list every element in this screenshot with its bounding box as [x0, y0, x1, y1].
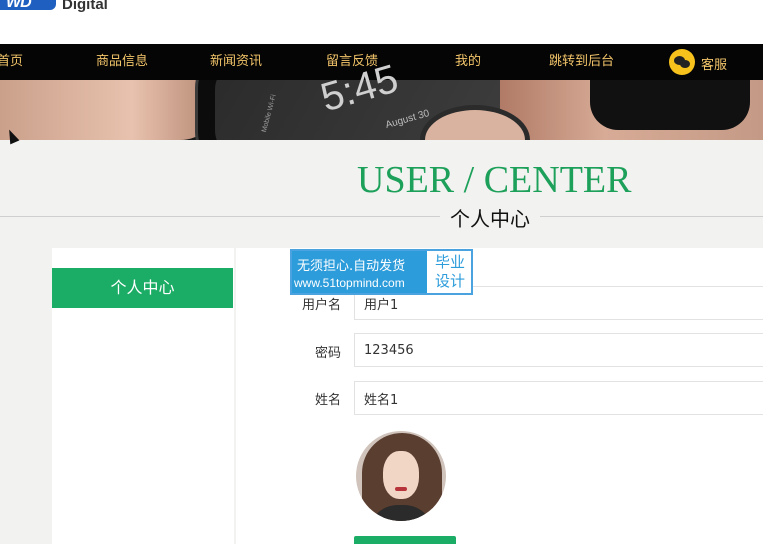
page-title-cn: 个人中心 — [440, 203, 540, 232]
avatar-lips — [395, 487, 407, 491]
watermark-tag-line2: 设计 — [434, 272, 465, 290]
avatar[interactable] — [356, 431, 446, 521]
brand-logo-mark[interactable]: WD — [0, 0, 56, 11]
watermark-badge: 无须担心.自动发货 www.51topmind.com 毕业 设计 — [290, 249, 473, 295]
nav-item-service[interactable]: 客服 — [701, 48, 727, 84]
sidebar-item-user-center[interactable]: 个人中心 — [52, 268, 233, 308]
name-field[interactable] — [354, 381, 763, 415]
logo-text[interactable]: Digital — [62, 0, 108, 13]
name-label: 姓名 — [314, 393, 341, 408]
nav-item-products[interactable]: 商品信息 — [96, 44, 148, 80]
nav-item-home[interactable]: 首页 — [0, 44, 23, 80]
nav-item-mine[interactable]: 我的 — [455, 44, 481, 80]
avatar-face — [383, 451, 419, 499]
password-field[interactable] — [354, 333, 763, 367]
nav-item-news[interactable]: 新闻资讯 — [210, 44, 262, 80]
watermark-left: 无须担心.自动发货 www.51topmind.com — [292, 251, 427, 293]
nav-item-admin[interactable]: 跳转到后台 — [549, 44, 614, 80]
banner-phone-second — [590, 80, 750, 130]
wechat-icon[interactable] — [669, 49, 695, 75]
watermark-url: www.51topmind.com — [294, 276, 405, 290]
title-divider — [0, 216, 763, 217]
watermark-tag: 毕业 设计 — [430, 253, 470, 291]
password-label: 密码 — [314, 346, 341, 361]
username-label: 用户名 — [301, 298, 341, 313]
submit-button[interactable] — [354, 536, 456, 544]
page-title-en: USER / CENTER — [357, 159, 632, 201]
top-header: WD Digital — [0, 0, 763, 44]
banner-photo-hand — [0, 80, 220, 140]
watermark-slogan: 无须担心.自动发货 — [297, 259, 406, 274]
watermark-tag-line1: 毕业 — [434, 253, 465, 271]
logo-mark-text: WD — [6, 0, 32, 11]
